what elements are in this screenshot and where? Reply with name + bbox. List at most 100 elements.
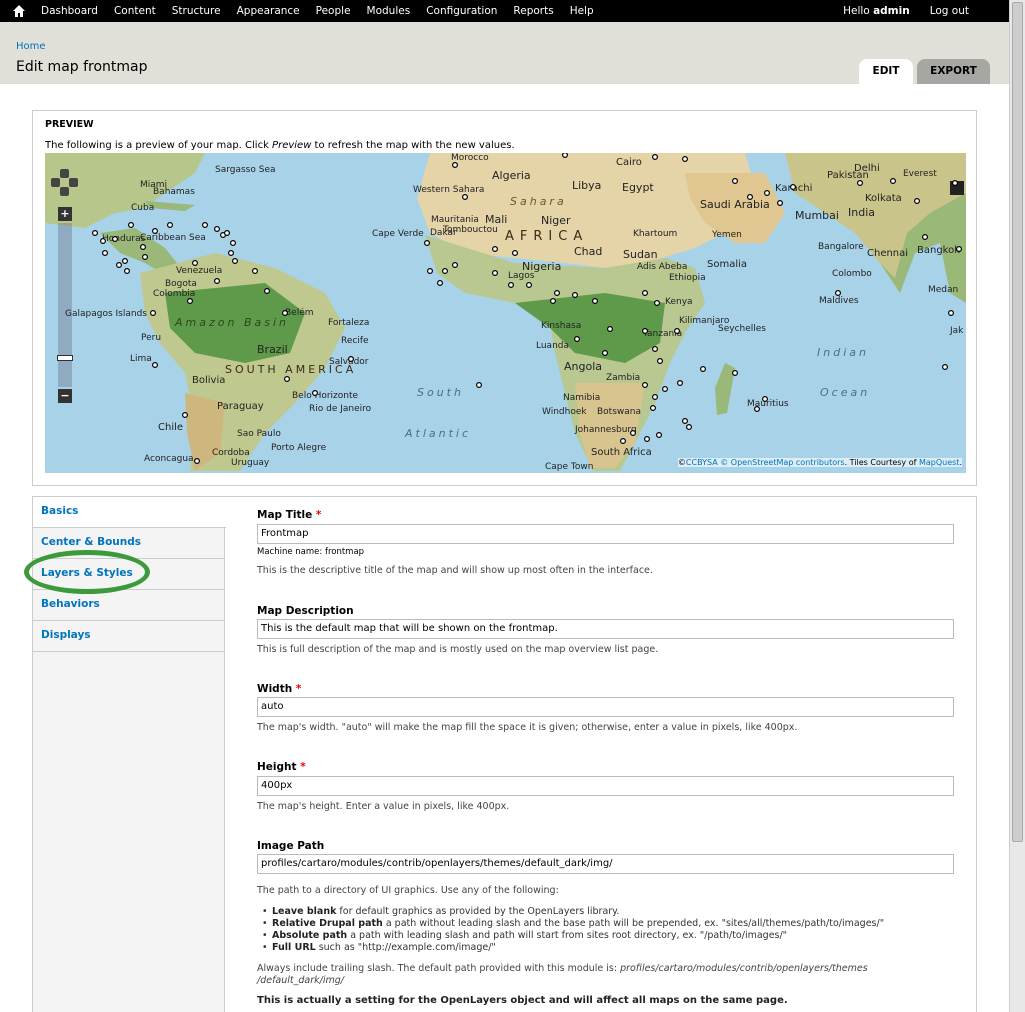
map-label-africa: AFRICA	[505, 229, 589, 244]
map-place: Caribbean Sea	[140, 233, 206, 243]
breadcrumb-home[interactable]: Home	[16, 41, 46, 52]
map-place: Uruguay	[231, 458, 270, 468]
map-place: Morocco	[451, 153, 489, 163]
page-title: Edit map frontmap	[16, 59, 148, 75]
trailing-slash-note: Always include trailing slash. The defau…	[257, 963, 868, 974]
map-place: Medan	[928, 285, 959, 295]
home-icon[interactable]	[12, 4, 26, 18]
toolbar-item-modules[interactable]: Modules	[359, 5, 419, 17]
map-label-sahara: Sahara	[510, 195, 567, 208]
map-place: Kolkata	[865, 193, 902, 204]
toolbar-item-content[interactable]: Content	[106, 5, 164, 17]
map-preview[interactable]: + − AFRICA Sahara SOUTH AMERICA Amazon B…	[45, 153, 966, 473]
toolbar-item-appearance[interactable]: Appearance	[229, 5, 308, 17]
map-place: Adis Abeba	[637, 262, 688, 272]
map-place: Niger	[541, 214, 571, 227]
zoom-slider-handle[interactable]	[57, 355, 73, 361]
tab-edit[interactable]: EDIT	[859, 59, 913, 84]
map-place: Khartoum	[633, 229, 678, 239]
map-place: Windhoek	[542, 407, 587, 417]
username-link[interactable]: admin	[873, 5, 910, 17]
preview-fieldset: PREVIEW The following is a preview of yo…	[32, 110, 977, 486]
zoom-out-button[interactable]: −	[58, 389, 72, 403]
map-place: Libya	[572, 179, 602, 192]
map-place: Tanzania	[643, 329, 683, 339]
list-item: Absolute path a path with leading slash …	[262, 930, 884, 942]
map-place: Recife	[341, 336, 369, 346]
toolbar-item-reports[interactable]: Reports	[505, 5, 561, 17]
zoom-in-button[interactable]: +	[58, 207, 72, 221]
machine-name: Machine name: frontmap	[257, 547, 365, 557]
toolbar-item-structure[interactable]: Structure	[164, 5, 229, 17]
map-place: Paraguay	[217, 401, 264, 412]
page-scrollbar[interactable]	[1009, 0, 1025, 1012]
pan-up-icon[interactable]	[60, 169, 69, 178]
toolbar-item-help[interactable]: Help	[562, 5, 602, 17]
required-mark: *	[295, 683, 302, 695]
map-place: Peru	[141, 333, 162, 343]
map-place: Sudan	[623, 248, 658, 261]
layer-switcher-icon[interactable]	[950, 181, 964, 195]
map-place: Egypt	[622, 181, 654, 194]
map-place: Somalia	[707, 259, 748, 270]
zoom-bar[interactable]	[58, 223, 72, 387]
map-place: Bogota	[165, 279, 197, 289]
list-item: Leave blank for default graphics as prov…	[262, 906, 884, 918]
tab-export[interactable]: EXPORT	[917, 59, 990, 84]
map-attribution: ©CCBYSA © OpenStreetMap contributors. Ti…	[677, 458, 962, 467]
map-place: Kilimanjaro	[679, 316, 730, 326]
map-terrain	[45, 153, 966, 471]
vtab-behaviors[interactable]: Behaviors	[33, 590, 225, 621]
map-place: Galapagos Islands	[65, 309, 147, 319]
toolbar-item-configuration[interactable]: Configuration	[418, 5, 505, 17]
map-place: Yemen	[712, 230, 742, 240]
map-place: Sargasso Sea	[215, 165, 276, 175]
map-place: Saudi Arabia	[700, 198, 770, 211]
map-place: Bangalore	[818, 242, 864, 252]
map-title-input[interactable]: Frontmap	[257, 524, 954, 544]
ccbysa-link[interactable]: CCBYSA	[686, 458, 718, 467]
vtab-displays[interactable]: Displays	[33, 621, 225, 652]
map-place: Maldives	[819, 296, 859, 306]
width-input[interactable]: auto	[257, 697, 954, 717]
map-description-input[interactable]: This is the default map that will be sho…	[257, 619, 954, 639]
map-place: Cairo	[616, 157, 642, 168]
map-place: Colombo	[832, 269, 872, 279]
map-place: Salvador	[329, 357, 369, 367]
preview-description: The following is a preview of your map. …	[45, 140, 515, 151]
map-place: Belo Horizonte	[292, 391, 359, 401]
map-place: Belém	[285, 308, 314, 318]
osm-link[interactable]: © OpenStreetMap contributors	[720, 458, 844, 467]
map-place: Kenya	[665, 297, 693, 307]
map-place: Rio de Janeiro	[309, 404, 372, 414]
map-place: Johannesburg	[575, 425, 637, 435]
map-place: Lagos	[508, 271, 535, 281]
map-label-indian: Indian	[817, 346, 869, 359]
pan-down-icon[interactable]	[60, 187, 69, 196]
map-place: Honduras	[102, 234, 146, 244]
map-place: Karachi	[775, 183, 813, 194]
pan-left-icon[interactable]	[51, 178, 60, 187]
vtab-basics[interactable]: Basics	[33, 497, 226, 528]
mapquest-link[interactable]: MapQuest	[919, 458, 959, 467]
map-label-atlantic-south: South	[417, 386, 464, 399]
toolbar-item-people[interactable]: People	[308, 5, 359, 17]
width-help: The map's width. "auto" will make the ma…	[257, 722, 798, 733]
map-place: Cuba	[131, 203, 155, 213]
scrollbar-thumb[interactable]	[1012, 2, 1023, 842]
map-place: Cordoba	[212, 448, 250, 458]
height-input[interactable]: 400px	[257, 776, 954, 796]
map-place: Botswana	[597, 407, 641, 417]
pan-right-icon[interactable]	[69, 178, 78, 187]
map-place: Zambia	[606, 373, 641, 383]
toolbar-item-dashboard[interactable]: Dashboard	[33, 5, 106, 17]
openlayers-note: This is actually a setting for the OpenL…	[257, 995, 788, 1006]
width-label: Width *	[257, 683, 302, 695]
image-path-input[interactable]: profiles/cartaro/modules/contrib/openlay…	[257, 854, 954, 874]
map-place: Everest	[903, 169, 937, 179]
map-place: Venezuela	[176, 266, 223, 276]
map-description-help: This is full description of the map and …	[257, 644, 659, 655]
toolbar-user: Hello admin Log out	[843, 0, 969, 22]
logout-link[interactable]: Log out	[930, 5, 969, 17]
map-title-help: This is the descriptive title of the map…	[257, 565, 653, 576]
